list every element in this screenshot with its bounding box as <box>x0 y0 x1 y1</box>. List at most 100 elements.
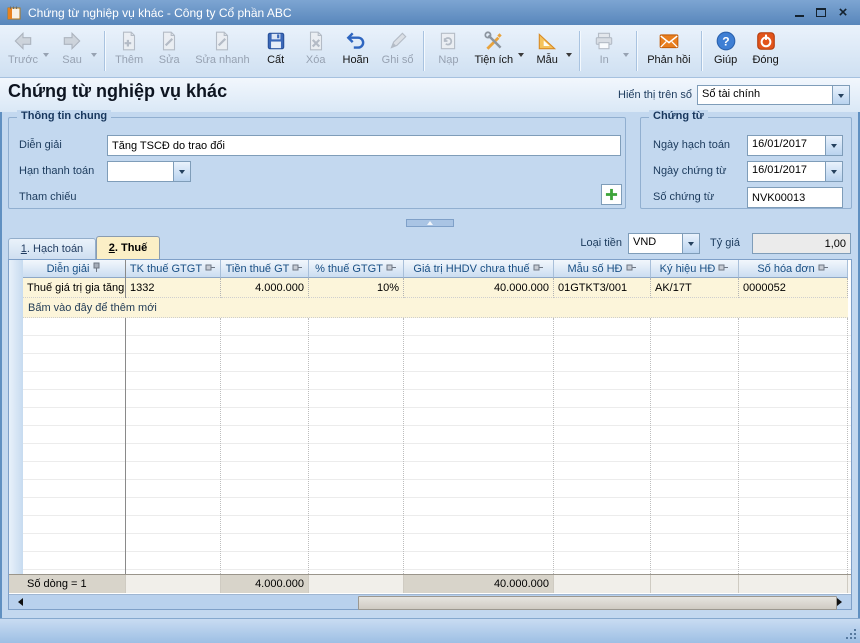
currency-select[interactable]: VND <box>628 233 700 254</box>
grid-cell[interactable]: 40.000.000 <box>404 278 554 298</box>
pin-vertical-icon[interactable] <box>92 262 101 276</box>
toolbar-button-label: Nạp <box>438 54 458 66</box>
grid-cell[interactable]: Thuế giá trị gia tăng <box>23 278 126 298</box>
scrollbar-thumb[interactable] <box>358 596 837 610</box>
pin-horizontal-icon[interactable] <box>533 263 544 275</box>
pin-horizontal-icon[interactable] <box>626 263 637 275</box>
grid-cell[interactable]: 4.000.000 <box>221 278 309 298</box>
column-header-7[interactable]: Ký hiệu HĐ <box>651 260 739 278</box>
scroll-right-button[interactable] <box>834 595 849 609</box>
column-header-label: % thuế GTGT <box>315 263 383 275</box>
general-info-legend: Thông tin chung <box>17 110 111 122</box>
page-edit-icon <box>211 30 233 52</box>
toolbar-button-add: Thêm <box>109 27 149 75</box>
scroll-left-button[interactable] <box>11 595 26 609</box>
grid-cell[interactable]: 01GTKT3/001 <box>554 278 651 298</box>
close-button[interactable]: × <box>832 4 854 22</box>
toolbar-button-utilities[interactable]: Tiện ích <box>468 27 527 75</box>
doc-date-select[interactable]: 16/01/2017 <box>747 161 843 182</box>
column-header-8[interactable]: Số hóa đơn <box>739 260 848 278</box>
chevron-down-icon <box>566 53 572 60</box>
toolbar: TrướcSauThêmSửaSửa nhanhCấtXóaHoãnGhi sổ… <box>0 25 860 78</box>
toolbar-button-feedback[interactable]: Phản hồi <box>641 27 696 75</box>
column-header-label: Diễn giải <box>47 263 90 275</box>
toolbar-button-quick-edit: Sửa nhanh <box>189 27 255 75</box>
chevron-down-icon[interactable] <box>682 234 699 253</box>
pin-horizontal-icon[interactable] <box>386 263 397 275</box>
chevron-down-icon <box>518 53 524 60</box>
grid-cell[interactable]: AK/17T <box>651 278 739 298</box>
page-load-icon <box>437 30 459 52</box>
chevron-down-icon <box>43 53 49 60</box>
pin-horizontal-icon[interactable] <box>205 263 216 275</box>
column-header-3[interactable]: Tiền thuế GT <box>221 260 309 278</box>
window-title: Chứng từ nghiệp vụ khác - Công ty Cổ phầ… <box>28 6 788 20</box>
arrow-left-icon <box>14 598 23 606</box>
toolbar-button-help[interactable]: ?Giúp <box>706 27 746 75</box>
chevron-down-icon[interactable] <box>832 86 849 104</box>
grid-column-line <box>553 318 554 574</box>
toolbar-button-template[interactable]: Mẫu <box>527 27 575 75</box>
doc-number-input[interactable]: NVK00013 <box>747 187 843 208</box>
grid-add-new-row[interactable]: Bấm vào đây để thêm mới <box>23 298 848 318</box>
chevron-down-icon[interactable] <box>173 162 190 181</box>
page-title: Chứng từ nghiệp vụ khác <box>8 81 227 102</box>
toolbar-button-label: Hoãn <box>343 54 369 66</box>
toolbar-button-label: Xóa <box>306 54 326 66</box>
floppy-icon <box>265 30 287 52</box>
chevron-up-icon <box>427 218 433 225</box>
svg-text:?: ? <box>722 34 729 48</box>
posting-date-select[interactable]: 16/01/2017 <box>747 135 843 156</box>
tab-hach-toan[interactable]: 1. Hạch toán <box>8 238 96 259</box>
footer-cell: 40.000.000 <box>404 575 554 593</box>
due-date-select[interactable] <box>107 161 191 182</box>
resize-grip[interactable] <box>844 627 856 639</box>
grid-column-line <box>220 318 221 574</box>
toolbar-button-close[interactable]: Đóng <box>746 27 786 75</box>
column-header-label: Số hóa đơn <box>757 263 814 275</box>
grid-column-line <box>650 318 651 574</box>
column-header-label: Giá trị HHDV chưa thuế <box>413 263 529 275</box>
column-header-1[interactable]: Diễn giải <box>23 260 126 278</box>
currency-label: Loại tiền <box>560 237 622 249</box>
description-input[interactable]: Tăng TSCĐ do trao đổi <box>107 135 621 156</box>
pin-horizontal-icon[interactable] <box>818 263 829 275</box>
toolbar-button-next: Sau <box>52 27 100 75</box>
toolbar-button-label: Mẫu <box>536 54 557 66</box>
toolbar-separator <box>579 31 580 71</box>
column-header-6[interactable]: Mẫu số HĐ <box>554 260 651 278</box>
grid-column-line <box>847 318 848 574</box>
maximize-button[interactable] <box>810 4 832 22</box>
chevron-down-icon <box>91 53 97 60</box>
grid-cell[interactable]: 1332 <box>126 278 221 298</box>
grid-cell[interactable]: 10% <box>309 278 404 298</box>
toolbar-button-label: Trước <box>8 54 38 66</box>
horizontal-scrollbar[interactable] <box>9 594 851 609</box>
tab-thue[interactable]: 2. Thuế <box>96 236 160 259</box>
doc-number-label: Số chứng từ <box>653 191 714 203</box>
column-header-5[interactable]: Giá trị HHDV chưa thuế <box>404 260 554 278</box>
footer-cell <box>126 575 221 593</box>
footer-cell <box>309 575 404 593</box>
pin-horizontal-icon[interactable] <box>718 263 729 275</box>
collapse-splitter[interactable] <box>406 219 454 227</box>
add-reference-button[interactable] <box>601 184 622 205</box>
column-header-label: Tiền thuế GT <box>226 263 290 275</box>
column-header-4[interactable]: % thuế GTGT <box>309 260 404 278</box>
grid-data-row: Thuế giá trị gia tăng13324.000.00010%40.… <box>23 278 848 298</box>
footer-cell <box>651 575 739 593</box>
minimize-button[interactable] <box>788 4 810 22</box>
chevron-down-icon[interactable] <box>825 136 842 155</box>
grid-column-line <box>738 318 739 574</box>
printer-icon <box>593 30 615 52</box>
toolbar-button-save[interactable]: Cất <box>256 27 296 75</box>
display-on-ledger-label: Hiển thị trên sổ <box>560 89 692 101</box>
display-on-ledger-select[interactable]: Sổ tài chính <box>697 85 850 105</box>
grid-cell[interactable]: 0000052 <box>739 278 848 298</box>
pin-horizontal-icon[interactable] <box>292 263 303 275</box>
header-band: Chứng từ nghiệp vụ khác Hiển thị trên sổ… <box>0 78 860 112</box>
toolbar-button-undo[interactable]: Hoãn <box>336 27 376 75</box>
toolbar-button-label: Sửa nhanh <box>195 54 249 66</box>
chevron-down-icon[interactable] <box>825 162 842 181</box>
column-header-2[interactable]: TK thuế GTGT <box>126 260 221 278</box>
